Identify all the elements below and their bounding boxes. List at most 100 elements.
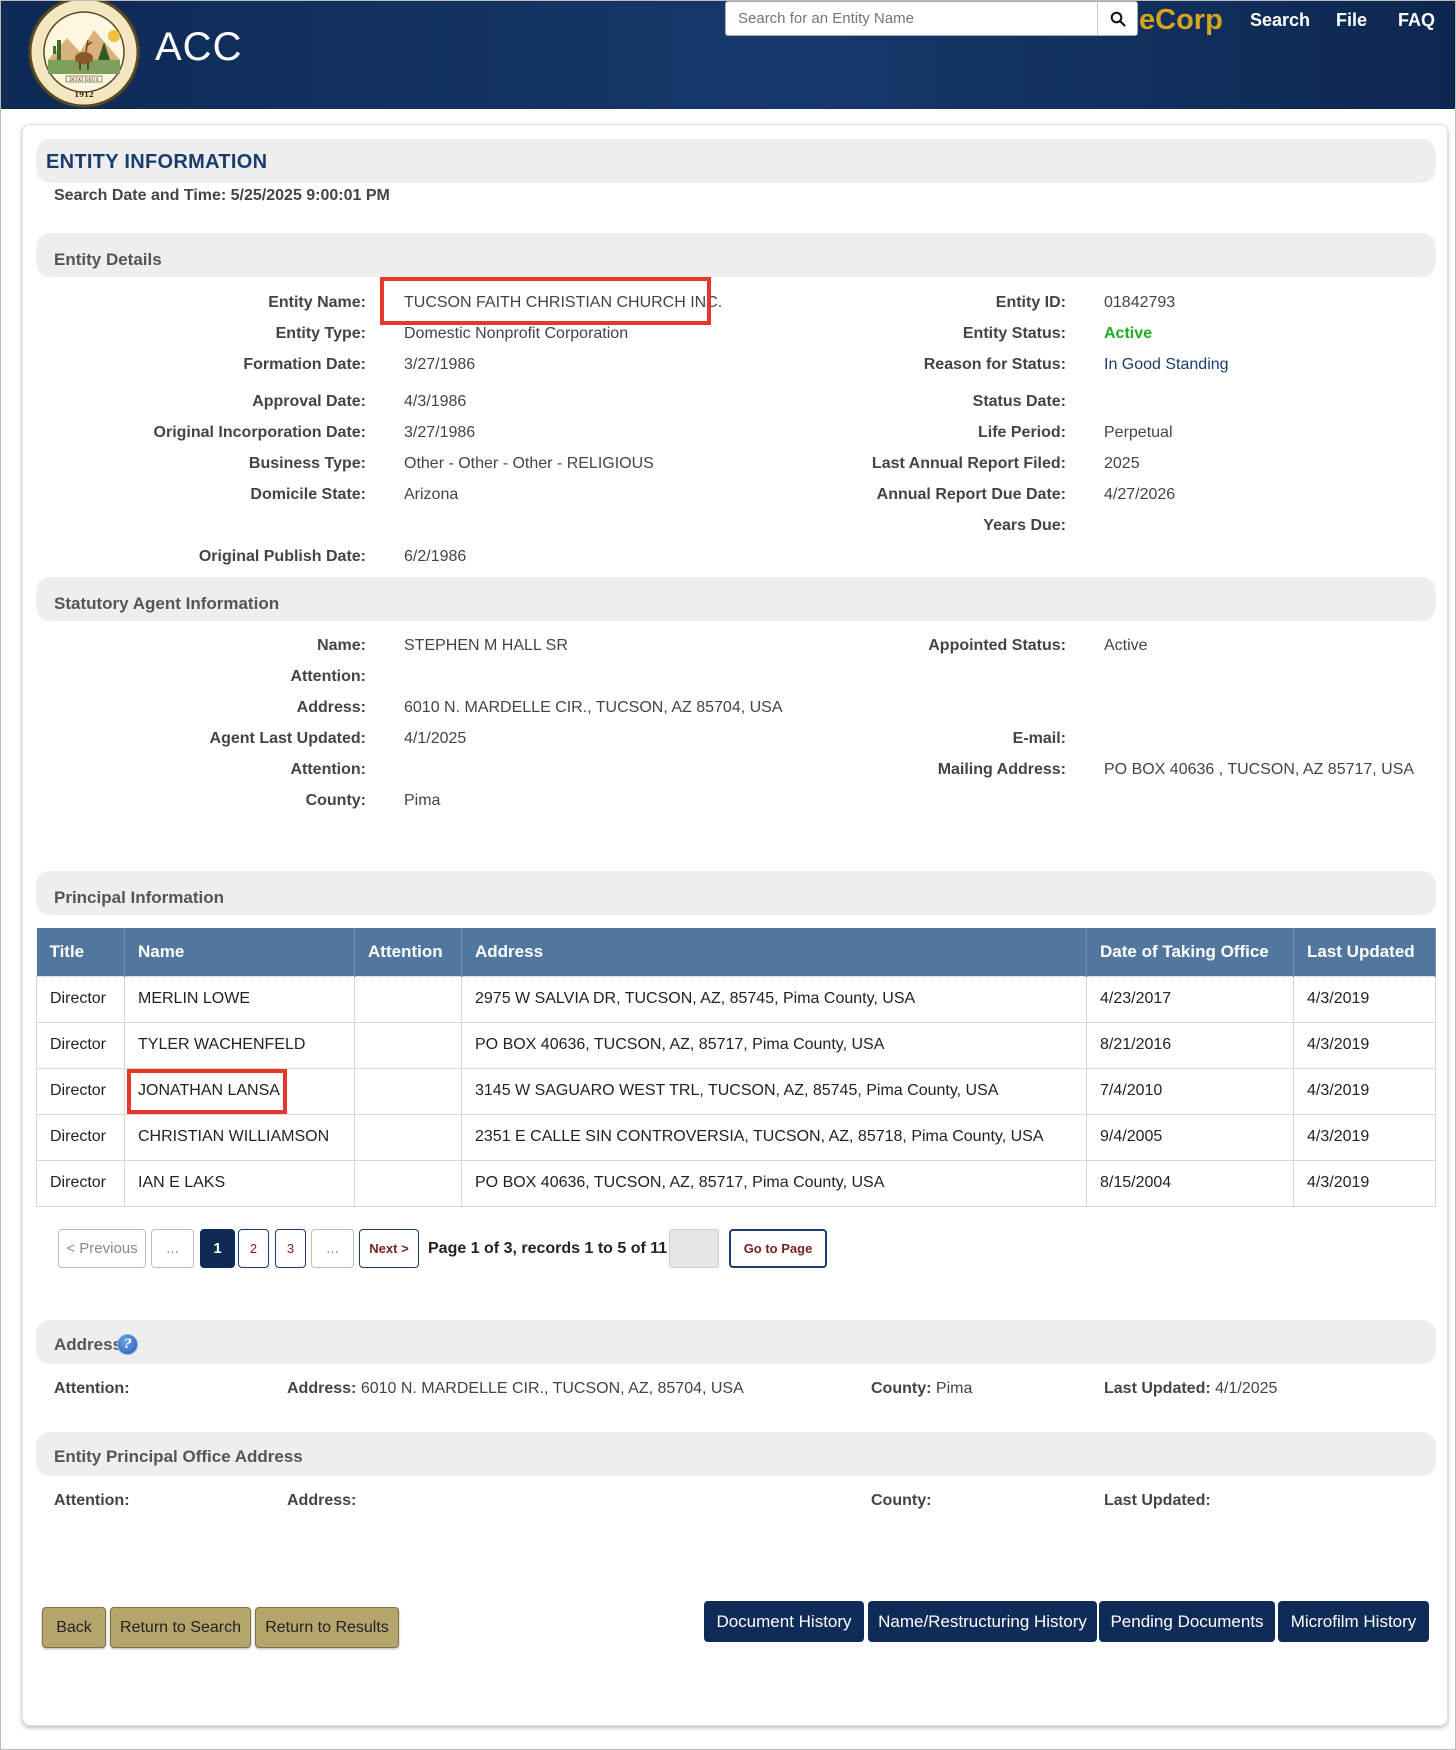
pager-page-2[interactable]: 2 xyxy=(238,1229,269,1268)
cell-date-office: 8/15/2004 xyxy=(1086,1159,1294,1207)
table-row[interactable]: Director CHRISTIAN WILLIAMSON 2351 E CALLE… xyxy=(36,1113,1436,1161)
entity-details-title: Entity Details xyxy=(54,250,162,269)
col-last-updated[interactable]: Last Updated xyxy=(1293,928,1436,976)
document-history-button[interactable]: Document History xyxy=(704,1601,864,1642)
table-row[interactable]: Director TYLER WACHENFELD PO BOX 40636, TU… xyxy=(36,1021,1436,1069)
agent-detail-label: Appointed Status: xyxy=(928,637,1066,654)
col-attention[interactable]: Attention xyxy=(354,928,462,976)
cell-last-updated: 4/3/2019 xyxy=(1293,975,1436,1023)
address-county-value: Pima xyxy=(935,1380,973,1397)
pager-next[interactable]: Next > xyxy=(359,1229,419,1268)
entity-detail-label: Approval Date: xyxy=(252,393,366,410)
page-number-input[interactable] xyxy=(669,1229,719,1268)
pager-ellipsis-left[interactable]: ... xyxy=(151,1229,194,1268)
table-row[interactable]: Director MERLIN LOWE 2975 W SALVIA DR, TUC… xyxy=(36,975,1436,1023)
agent-detail-label: Name: xyxy=(317,637,366,654)
col-address[interactable]: Address xyxy=(461,928,1087,976)
address-attention-label: Attention: xyxy=(54,1380,130,1397)
agent-title: Statutory Agent Information xyxy=(54,594,280,613)
agent-detail-label: E-mail: xyxy=(1012,730,1066,747)
office-updated-label: Last Updated: xyxy=(1104,1492,1211,1509)
nav-search[interactable]: Search xyxy=(1250,10,1310,31)
office-address-label: Address: xyxy=(287,1492,357,1509)
col-name[interactable]: Name xyxy=(124,928,355,976)
entity-search-box xyxy=(725,1,1138,36)
col-title[interactable]: Title xyxy=(36,928,125,976)
entity-detail-value: 3/27/1986 xyxy=(404,424,476,441)
entity-detail-value: Perpetual xyxy=(1104,424,1173,441)
entity-detail-value: 4/3/1986 xyxy=(404,393,467,410)
pager-page-3[interactable]: 3 xyxy=(275,1229,306,1268)
cell-last-updated: 4/3/2019 xyxy=(1293,1021,1436,1069)
svg-text:1912: 1912 xyxy=(74,90,94,99)
address-address-value: 6010 N. MARDELLE CIR., TUCSON, AZ, 85704… xyxy=(360,1380,744,1397)
back-button[interactable]: Back xyxy=(42,1607,106,1648)
principal-name-highlight xyxy=(127,1069,287,1114)
entity-detail-label: Entity Type: xyxy=(275,325,366,342)
entity-detail-label: Original Incorporation Date: xyxy=(153,424,366,441)
entity-detail-value: Other - Other - Other - RELIGIOUS xyxy=(404,455,654,472)
cell-date-office: 4/23/2017 xyxy=(1086,975,1294,1023)
entity-detail-label: Entity Status: xyxy=(962,325,1066,342)
search-button[interactable] xyxy=(1097,2,1137,35)
address-updated-label: Last Updated: xyxy=(1104,1380,1211,1397)
pager-previous[interactable]: < Previous xyxy=(58,1229,146,1268)
arizona-seal-logo[interactable]: DITAT DEUS 1912 xyxy=(22,0,142,109)
agent-detail-label: Attention: xyxy=(290,761,366,778)
pager-page-1[interactable]: 1 xyxy=(200,1229,235,1268)
cell-last-updated: 4/3/2019 xyxy=(1293,1067,1436,1115)
entity-search-input[interactable] xyxy=(726,2,1097,35)
return-to-results-button[interactable]: Return to Results xyxy=(255,1607,399,1648)
agent-detail-value: Active xyxy=(1104,637,1148,654)
agent-detail-value: Pima xyxy=(404,792,441,809)
agent-detail-value: STEPHEN M HALL SR xyxy=(404,637,568,654)
entity-card xyxy=(22,124,1448,1726)
cell-attention xyxy=(354,1113,462,1161)
office-county-label: County: xyxy=(871,1492,932,1509)
agent-detail-label: Mailing Address: xyxy=(937,761,1066,778)
go-to-page-button[interactable]: Go to Page xyxy=(729,1229,827,1268)
cell-address: PO BOX 40636, TUCSON, AZ, 85717, Pima Co… xyxy=(461,1021,1087,1069)
entity-detail-value: Arizona xyxy=(404,486,459,503)
microfilm-history-button[interactable]: Microfilm History xyxy=(1278,1601,1429,1642)
cell-last-updated: 4/3/2019 xyxy=(1293,1113,1436,1161)
entity-detail-label: Domicile State: xyxy=(250,486,366,503)
brand-title: ACC xyxy=(155,25,243,69)
nav-file[interactable]: File xyxy=(1336,10,1367,31)
search-date: Search Date and Time: 5/25/2025 9:00:01 … xyxy=(54,187,390,204)
agent-detail-value: 4/1/2025 xyxy=(404,730,467,747)
entity-detail-label: Original Publish Date: xyxy=(198,548,366,565)
cell-title: Director xyxy=(36,975,125,1023)
entity-detail-label: Reason for Status: xyxy=(923,356,1066,373)
agent-detail-value: PO BOX 40636 , TUCSON, AZ 85717, USA xyxy=(1104,761,1415,778)
cell-title: Director xyxy=(36,1159,125,1207)
table-row[interactable]: Director IAN E LAKS PO BOX 40636, TUCSON, … xyxy=(36,1159,1436,1207)
help-icon[interactable]: ? xyxy=(117,1334,138,1355)
office-attention-label: Attention: xyxy=(54,1492,130,1509)
entity-detail-value: 6/2/1986 xyxy=(404,548,467,565)
pager-info: Page 1 of 3, records 1 to 5 of 11 xyxy=(428,1240,668,1257)
entity-detail-value: 3/27/1986 xyxy=(404,356,476,373)
ecorp-logo[interactable]: eCorp xyxy=(1139,4,1223,37)
entity-detail-value: 01842793 xyxy=(1104,294,1176,311)
cell-name: IAN E LAKS xyxy=(124,1159,355,1207)
cell-attention xyxy=(354,1159,462,1207)
col-date-taking-office[interactable]: Date of Taking Office xyxy=(1086,928,1294,976)
principal-office-title: Entity Principal Office Address xyxy=(54,1447,303,1466)
entity-detail-label: Years Due: xyxy=(983,517,1066,534)
cell-name: MERLIN LOWE xyxy=(124,975,355,1023)
cell-attention xyxy=(354,975,462,1023)
pager-ellipsis-right[interactable]: ... xyxy=(311,1229,354,1268)
nav-faq[interactable]: FAQ xyxy=(1398,10,1435,31)
address-address-label: Address: xyxy=(287,1380,357,1397)
pending-documents-button[interactable]: Pending Documents xyxy=(1099,1601,1275,1642)
cell-title: Director xyxy=(36,1021,125,1069)
cell-date-office: 9/4/2005 xyxy=(1086,1113,1294,1161)
site-header: DITAT DEUS 1912 ACC eCorp Search File FA… xyxy=(0,0,1456,109)
entity-name-highlight xyxy=(380,277,711,325)
return-to-search-button[interactable]: Return to Search xyxy=(110,1607,251,1648)
principal-bar xyxy=(36,871,1436,915)
entity-detail-value: Domestic Nonprofit Corporation xyxy=(404,325,629,342)
name-restructuring-history-button[interactable]: Name/Restructuring History xyxy=(868,1601,1097,1642)
entity-detail-value: 2025 xyxy=(1104,455,1140,472)
